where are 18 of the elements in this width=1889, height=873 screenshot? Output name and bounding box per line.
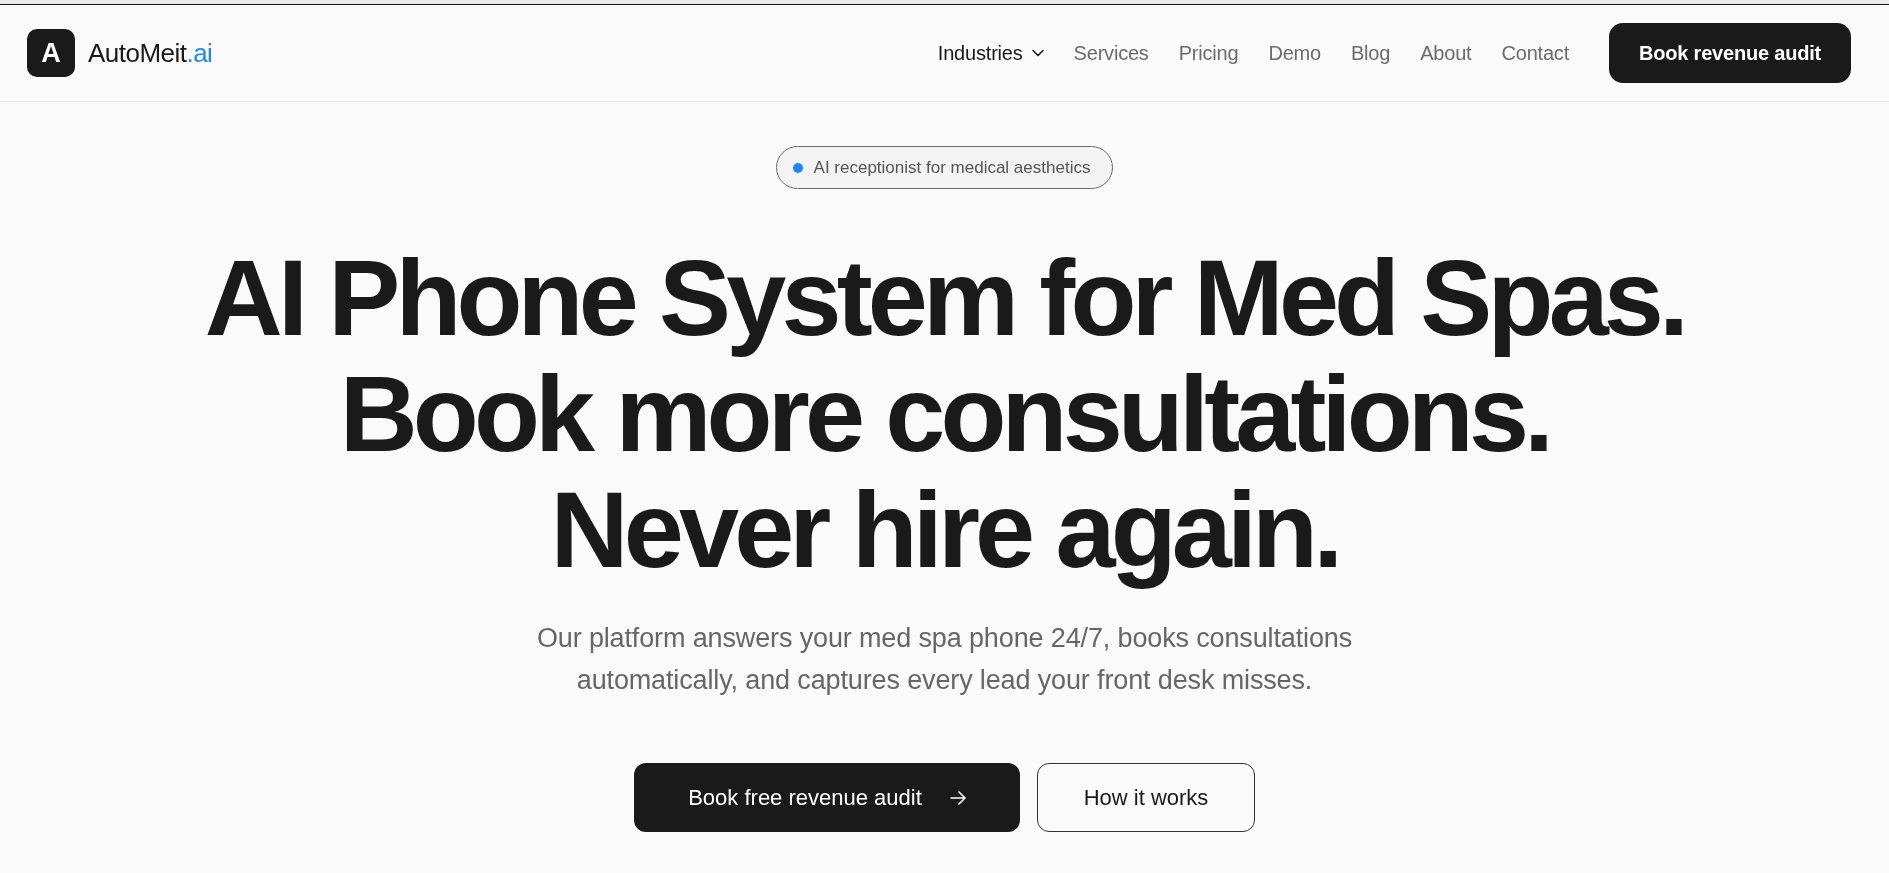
nav-link[interactable]: About	[1420, 38, 1472, 68]
badge-text: AI receptionist for medical aesthetics	[813, 156, 1091, 179]
nav-link[interactable]: Contact	[1501, 38, 1569, 68]
arrow-right-icon	[949, 789, 966, 806]
headline: AI Phone System for Med Spas. Book more consultations. Never hire again.	[204, 240, 1685, 588]
how-it-works-button[interactable]: How it works	[1037, 763, 1255, 832]
book-revenue-audit-button[interactable]: Book revenue audit	[1609, 23, 1851, 83]
nav-link[interactable]: Pricing	[1178, 38, 1239, 68]
industries-dropdown[interactable]: Industries	[937, 38, 1044, 68]
nav-link[interactable]: Services	[1073, 38, 1149, 68]
nav-link[interactable]: Blog	[1350, 38, 1391, 68]
caret-icon	[1031, 49, 1044, 57]
status-dot-icon	[792, 162, 803, 173]
nav-link[interactable]: Demo	[1268, 38, 1321, 68]
brand-name[interactable]: AutoMeit.ai	[88, 33, 213, 73]
book-free-revenue-audit-button[interactable]: Book free revenue audit	[634, 763, 1020, 832]
logo-icon[interactable]: A	[27, 29, 75, 77]
subtitle: Our platform answers your med spa phone 24/7, books consultations automatically, and captures every lead your front desk misses.	[536, 622, 1353, 697]
